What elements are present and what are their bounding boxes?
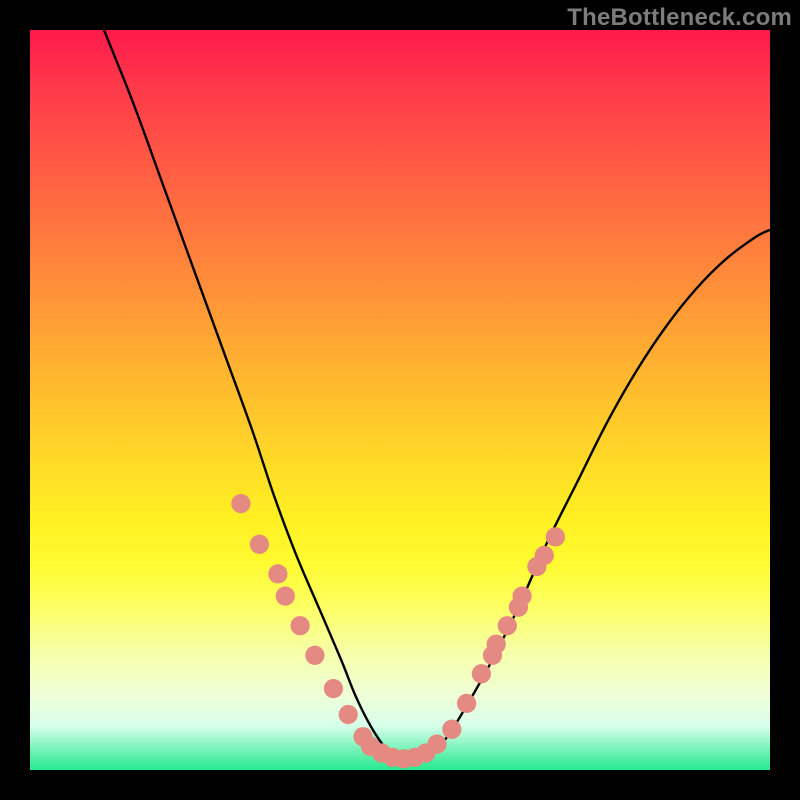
data-point [498, 616, 517, 635]
plot-area [30, 30, 770, 770]
data-point [339, 705, 358, 724]
data-point [442, 720, 461, 739]
data-point [276, 586, 295, 605]
chart-svg [30, 30, 770, 770]
data-point [512, 586, 531, 605]
data-point [250, 535, 269, 554]
data-point [457, 694, 476, 713]
data-point [487, 635, 506, 654]
data-point [472, 664, 491, 683]
watermark-text: TheBottleneck.com [567, 4, 792, 32]
data-point [305, 646, 324, 665]
chart-frame: TheBottleneck.com [0, 0, 800, 800]
bottleneck-curve [104, 30, 770, 764]
data-point [535, 546, 554, 565]
data-point [268, 564, 287, 583]
data-point [324, 679, 343, 698]
marker-group [231, 494, 565, 769]
data-point [427, 734, 446, 753]
data-point [231, 494, 250, 513]
data-point [290, 616, 309, 635]
data-point [546, 527, 565, 546]
